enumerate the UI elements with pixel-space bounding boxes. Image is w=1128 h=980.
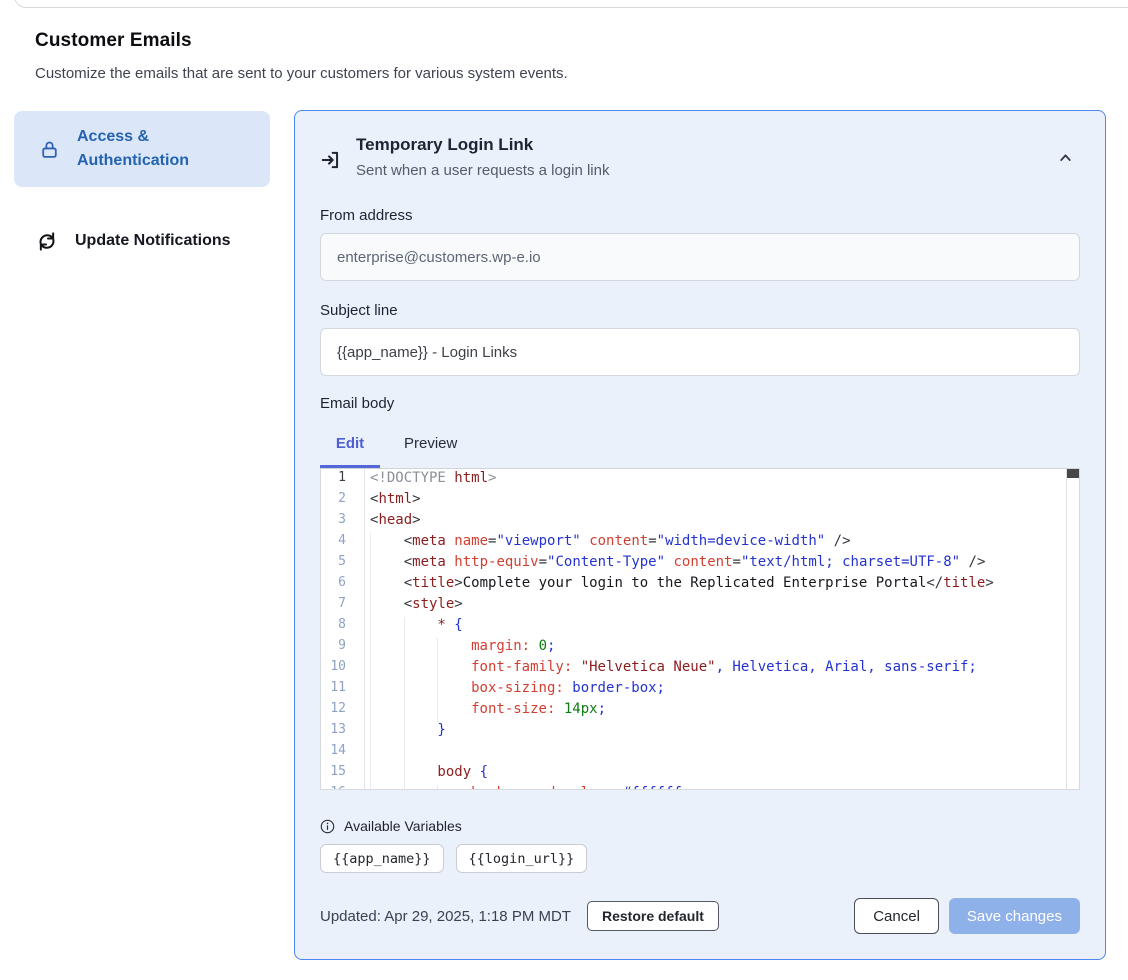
line-number: 3 xyxy=(321,512,364,533)
code-line: font-size: 14px; xyxy=(370,701,1079,722)
code-line: <style> xyxy=(370,596,1079,617)
line-number: 11 xyxy=(321,680,364,701)
sidebar-item-label: Access & Authentication xyxy=(77,125,256,173)
code-line: margin: 0; xyxy=(370,638,1079,659)
sidebar-item-label: Update Notifications xyxy=(75,229,231,253)
code-line: <html> xyxy=(370,491,1079,512)
line-number: 12 xyxy=(321,701,364,722)
scrollbar-thumb[interactable] xyxy=(1067,469,1079,478)
editor-scrollbar[interactable] xyxy=(1066,469,1079,789)
line-number: 1 xyxy=(321,470,364,491)
page-title: Customer Emails xyxy=(35,30,935,52)
email-body-tabs: Edit Preview xyxy=(320,425,1080,465)
previous-card-edge xyxy=(14,0,1128,8)
available-variables-row: Available Variables xyxy=(320,818,1080,834)
line-number: 6 xyxy=(321,575,364,596)
tab-edit[interactable]: Edit xyxy=(320,425,380,465)
sidebar: Access & Authentication Update Notificat… xyxy=(14,111,270,263)
chevron-up-icon[interactable] xyxy=(1057,149,1074,179)
refresh-icon xyxy=(36,230,58,253)
line-number: 15 xyxy=(321,764,364,785)
sidebar-item-update-notifications[interactable]: Update Notifications xyxy=(14,219,270,263)
save-changes-button[interactable]: Save changes xyxy=(949,898,1080,934)
line-number: 5 xyxy=(321,554,364,575)
line-number: 14 xyxy=(321,743,364,764)
code-line: * { xyxy=(370,617,1079,638)
login-icon xyxy=(320,149,342,179)
code-line: <title>Complete your login to the Replic… xyxy=(370,575,1079,596)
from-address-input[interactable] xyxy=(320,233,1080,281)
card-subtitle: Sent when a user requests a login link xyxy=(356,162,609,179)
line-number: 9 xyxy=(321,638,364,659)
editor-gutter: 12345678910111213141516 xyxy=(321,469,365,789)
code-line: body { xyxy=(370,764,1079,785)
variable-chips: {{app_name}} {{login_url}} xyxy=(320,844,1080,873)
line-number: 10 xyxy=(321,659,364,680)
page-header: Customer Emails Customize the emails tha… xyxy=(35,30,935,82)
sidebar-item-access-authentication[interactable]: Access & Authentication xyxy=(14,111,270,187)
email-body-editor[interactable]: 12345678910111213141516 <!DOCTYPE html><… xyxy=(320,468,1080,790)
code-line: font-family: "Helvetica Neue", Helvetica… xyxy=(370,659,1079,680)
variable-chip-login-url[interactable]: {{login_url}} xyxy=(456,844,588,873)
line-number: 2 xyxy=(321,491,364,512)
email-body-label: Email body xyxy=(320,395,1080,412)
line-number: 13 xyxy=(321,722,364,743)
code-line xyxy=(370,743,1079,764)
line-number: 7 xyxy=(321,596,364,617)
code-line: <meta name="viewport" content="width=dev… xyxy=(370,533,1079,554)
line-number: 16 xyxy=(321,785,364,790)
code-line: <head> xyxy=(370,512,1079,533)
restore-default-button[interactable]: Restore default xyxy=(587,901,719,931)
variable-chip-app-name[interactable]: {{app_name}} xyxy=(320,844,444,873)
card-footer: Updated: Apr 29, 2025, 1:18 PM MDT Resto… xyxy=(320,898,1080,934)
lock-icon xyxy=(38,139,60,160)
code-line: <!DOCTYPE html> xyxy=(370,470,1079,491)
updated-timestamp: Updated: Apr 29, 2025, 1:18 PM MDT xyxy=(320,908,571,925)
code-line: } xyxy=(370,722,1079,743)
code-line: background-color: #ffffff; xyxy=(370,785,1079,789)
code-lines[interactable]: <!DOCTYPE html><html><head> <meta name="… xyxy=(365,469,1079,789)
card-header: Temporary Login Link Sent when a user re… xyxy=(320,135,1080,179)
code-line: <meta http-equiv="Content-Type" content=… xyxy=(370,554,1079,575)
subject-line-label: Subject line xyxy=(320,302,1080,319)
subject-line-input[interactable] xyxy=(320,328,1080,376)
page-subtitle: Customize the emails that are sent to yo… xyxy=(35,65,935,82)
available-variables-label: Available Variables xyxy=(344,818,462,834)
card-title: Temporary Login Link xyxy=(356,135,609,155)
line-number: 8 xyxy=(321,617,364,638)
line-number: 4 xyxy=(321,533,364,554)
info-icon xyxy=(320,819,335,834)
from-address-label: From address xyxy=(320,207,1080,224)
temporary-login-link-card: Temporary Login Link Sent when a user re… xyxy=(294,110,1106,960)
tab-preview[interactable]: Preview xyxy=(404,425,457,465)
code-line: box-sizing: border-box; xyxy=(370,680,1079,701)
cancel-button[interactable]: Cancel xyxy=(854,898,939,934)
